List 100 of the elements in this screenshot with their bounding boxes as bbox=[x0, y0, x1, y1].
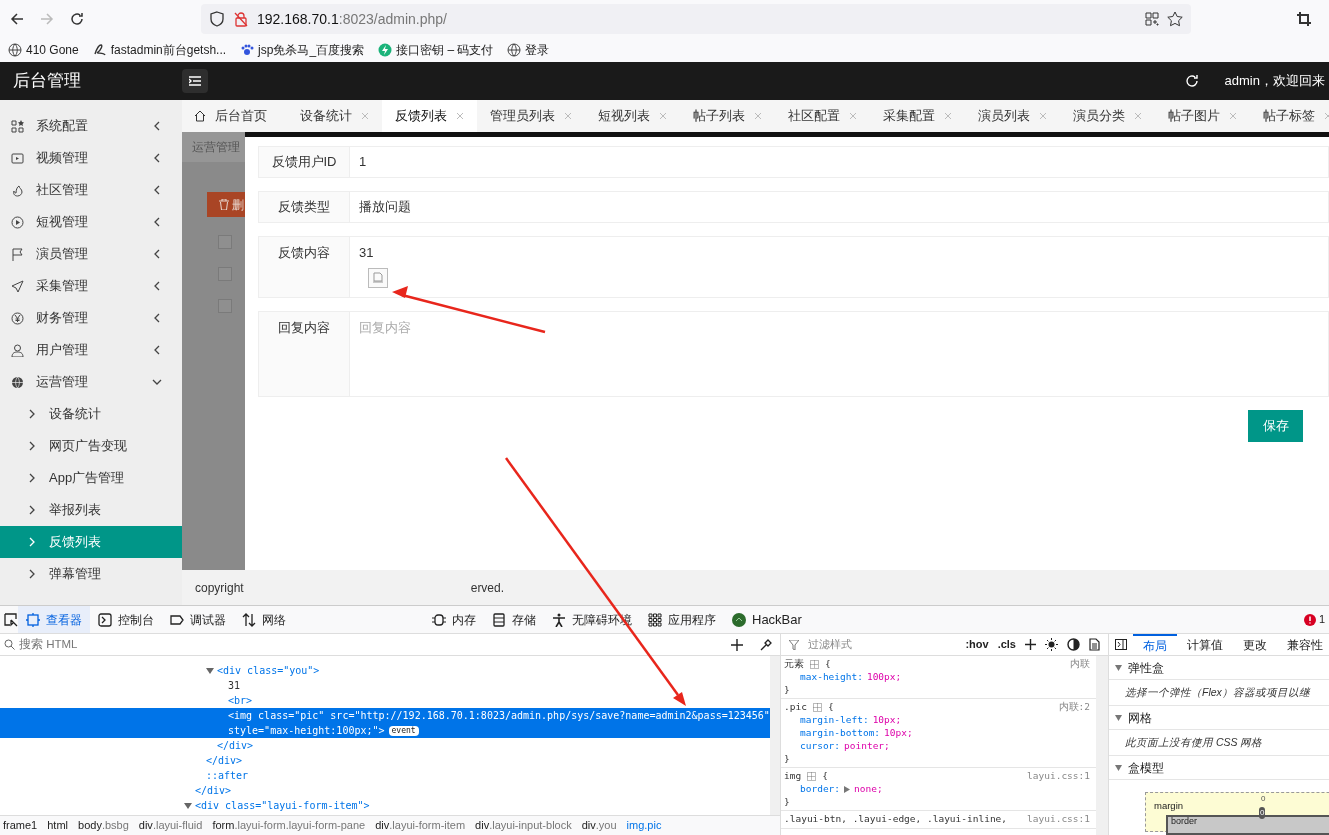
code-line[interactable]: <div class="you"> bbox=[0, 663, 770, 678]
event-badge[interactable]: event bbox=[388, 725, 419, 736]
sidebar-item[interactable]: 采集管理 bbox=[0, 270, 182, 302]
devtools-tab[interactable]: 查看器 bbox=[18, 606, 90, 633]
qr-code-icon[interactable] bbox=[1145, 12, 1159, 26]
tab[interactable]: 帖子列表 bbox=[680, 100, 775, 132]
css-declaration[interactable]: border: none; bbox=[784, 783, 1090, 796]
code-line[interactable]: <div class="layui-form-item"> bbox=[0, 798, 770, 813]
expand-triangle-icon[interactable] bbox=[844, 786, 851, 793]
delete-button[interactable]: 删 bbox=[207, 192, 245, 217]
bookmark[interactable]: jsp免杀马_百度搜索 bbox=[240, 41, 365, 59]
bookmark[interactable]: 接口密钥 – 码支付 bbox=[378, 41, 494, 59]
sidebar-toggle-icon[interactable] bbox=[1115, 639, 1127, 650]
tab[interactable]: 后台首页 bbox=[182, 100, 287, 132]
add-icon[interactable] bbox=[1025, 639, 1036, 650]
reload-icon[interactable] bbox=[69, 11, 85, 27]
section-header[interactable]: 弹性盒 bbox=[1109, 656, 1329, 680]
toggle-button[interactable]: .cls bbox=[997, 636, 1016, 653]
breadcrumb-item[interactable]: body.bsbg bbox=[78, 817, 129, 834]
breadcrumb-item[interactable]: div.layui-fluid bbox=[138, 817, 203, 834]
breadcrumb-item[interactable]: form.layui-form.layui-form-pane bbox=[212, 817, 366, 834]
code-line[interactable]: </div> bbox=[0, 738, 770, 753]
crop-icon[interactable] bbox=[1297, 12, 1311, 26]
filter-styles-field[interactable]: 过滤样式 bbox=[808, 636, 957, 653]
save-button[interactable]: 保存 bbox=[1248, 410, 1303, 442]
tab[interactable]: 帖子标签 bbox=[1250, 100, 1329, 132]
breadcrumb-item[interactable]: img.pic bbox=[626, 817, 662, 834]
bookmark[interactable]: 410 Gone bbox=[8, 41, 79, 59]
panel-tab[interactable]: 更改 bbox=[1233, 634, 1277, 655]
search-html-field[interactable]: 搜索 HTML bbox=[19, 635, 727, 654]
star-icon[interactable] bbox=[1167, 11, 1183, 27]
text-field[interactable]: 1 bbox=[350, 146, 1329, 178]
submenu-item[interactable]: 弹幕管理 bbox=[0, 558, 182, 590]
add-icon[interactable] bbox=[731, 638, 743, 651]
tab[interactable]: 帖子图片 bbox=[1155, 100, 1250, 132]
devtools-tab[interactable]: 调试器 bbox=[162, 606, 234, 633]
menu-button[interactable] bbox=[182, 69, 208, 93]
breadcrumb-item[interactable]: div.you bbox=[581, 817, 617, 834]
breadcrumb-item[interactable]: frame1 bbox=[3, 817, 38, 834]
scrollbar[interactable] bbox=[1096, 656, 1108, 835]
breadcrumb-item[interactable]: html bbox=[47, 817, 69, 834]
css-source[interactable]: layui.css:1 bbox=[1027, 812, 1090, 827]
broken-image-icon[interactable] bbox=[368, 267, 388, 288]
toggle-button[interactable]: :hov bbox=[965, 636, 989, 653]
tab[interactable]: 设备统计 bbox=[287, 100, 382, 132]
code-line[interactable]: <br> bbox=[0, 693, 770, 708]
sidebar-item[interactable]: 视频管理 bbox=[0, 142, 182, 174]
tab[interactable]: 反馈列表 bbox=[382, 100, 477, 132]
submenu-item[interactable]: 设备统计 bbox=[0, 398, 182, 430]
sidebar-item[interactable]: 短视管理 bbox=[0, 206, 182, 238]
back-icon[interactable] bbox=[9, 11, 25, 27]
document-icon[interactable] bbox=[1089, 638, 1100, 651]
section-header[interactable]: 盒模型 bbox=[1109, 756, 1329, 780]
text-field[interactable]: 播放问题 bbox=[350, 191, 1329, 223]
sidebar-item[interactable]: 系统配置 bbox=[0, 110, 182, 142]
tab[interactable]: 演员列表 bbox=[965, 100, 1060, 132]
css-source[interactable]: layui.css:1 bbox=[1027, 769, 1090, 784]
devtools-tab[interactable]: 控制台 bbox=[90, 606, 162, 633]
sidebar-item[interactable]: 社区管理 bbox=[0, 174, 182, 206]
submenu-item[interactable]: App广告管理 bbox=[0, 462, 182, 494]
code-line[interactable]: 31 bbox=[0, 678, 770, 693]
reply-textarea[interactable]: 回复内容 bbox=[350, 311, 1329, 397]
css-source[interactable]: 内联 bbox=[1070, 657, 1090, 672]
panel-tab[interactable]: 兼容性 bbox=[1277, 634, 1329, 655]
submenu-item[interactable]: 网页广告变现 bbox=[0, 430, 182, 462]
css-declaration[interactable]: margin-bottom: 10px; bbox=[784, 727, 1090, 740]
bookmark[interactable]: fastadmin前台getsh... bbox=[92, 41, 227, 59]
css-declaration[interactable]: max-height: 100px; bbox=[784, 671, 1090, 684]
code-line[interactable]: </div> bbox=[0, 753, 770, 768]
refresh-icon[interactable] bbox=[1184, 74, 1199, 88]
tab[interactable]: 管理员列表 bbox=[477, 100, 585, 132]
tab[interactable]: 社区配置 bbox=[775, 100, 870, 132]
code-line[interactable]: </div> bbox=[0, 783, 770, 798]
grid-highlight-icon[interactable] bbox=[807, 772, 817, 781]
breadcrumb-item[interactable]: div.layui-input-block bbox=[475, 817, 572, 834]
submenu-item[interactable]: 举报列表 bbox=[0, 494, 182, 526]
grid-highlight-icon[interactable] bbox=[812, 703, 822, 712]
tab[interactable]: 演员分类 bbox=[1060, 100, 1155, 132]
tab[interactable]: 采集配置 bbox=[870, 100, 965, 132]
scrollbar[interactable] bbox=[769, 656, 780, 815]
expand-triangle-icon[interactable] bbox=[184, 802, 192, 809]
sidebar-item[interactable]: 运营管理 bbox=[0, 366, 182, 398]
css-declaration[interactable]: margin-left: 10px; bbox=[784, 714, 1090, 727]
devtools-tab[interactable]: HackBar bbox=[724, 606, 810, 633]
devtools-tab[interactable]: 应用程序 bbox=[640, 606, 724, 633]
tab[interactable]: 短视列表 bbox=[585, 100, 680, 132]
panel-tab[interactable]: 计算值 bbox=[1177, 634, 1233, 655]
devtools-tab[interactable]: 内存 bbox=[424, 606, 484, 633]
expand-triangle-icon[interactable] bbox=[206, 667, 214, 674]
sidebar-item[interactable]: 用户管理 bbox=[0, 334, 182, 366]
contrast-icon[interactable] bbox=[1067, 638, 1080, 651]
sidebar-item[interactable]: 财务管理 bbox=[0, 302, 182, 334]
devtools-tab[interactable]: 存储 bbox=[484, 606, 544, 633]
grid-highlight-icon[interactable] bbox=[810, 660, 819, 669]
section-header[interactable]: 网格 bbox=[1109, 706, 1329, 730]
code-line[interactable]: ::after bbox=[0, 768, 770, 783]
address-bar[interactable]: 192.168.70.1:8023/admin.php/ bbox=[201, 4, 1191, 34]
sun-icon[interactable] bbox=[1045, 638, 1058, 651]
submenu-item[interactable]: 反馈列表 bbox=[0, 526, 182, 558]
url-text[interactable]: 192.168.70.1:8023/admin.php/ bbox=[257, 8, 447, 30]
